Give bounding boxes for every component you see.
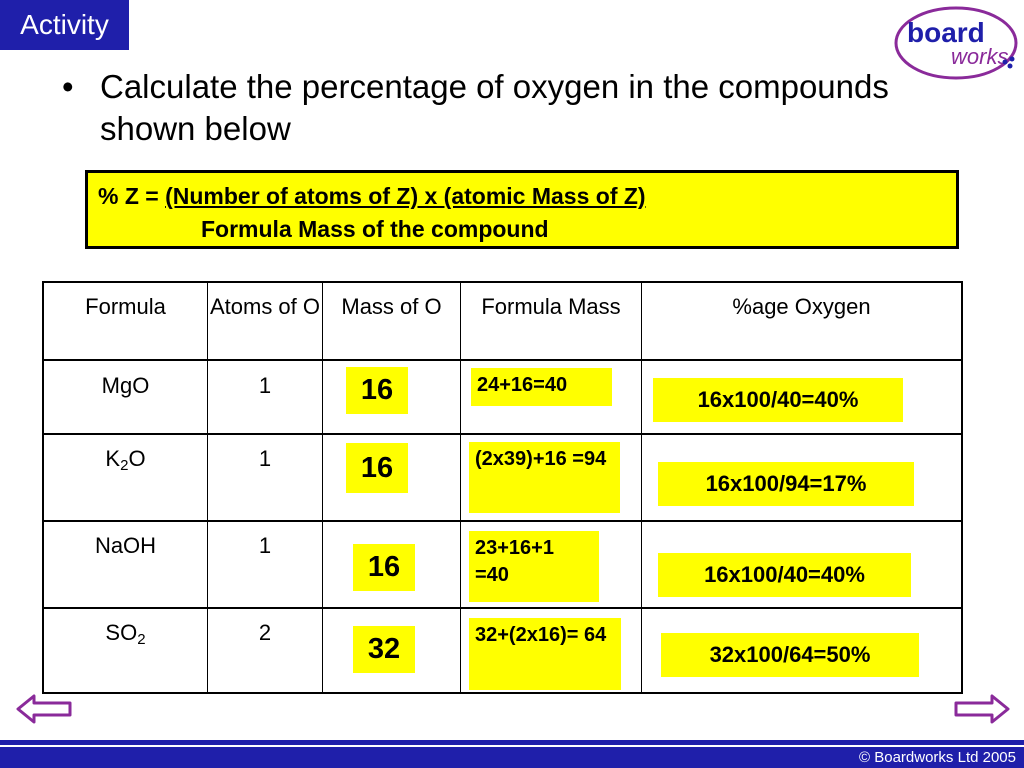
row-k2o-formula-mass: (2x39)+16 =94: [469, 442, 620, 513]
formula-denominator: Formula Mass of the compound: [201, 216, 549, 242]
formula-prefix: % Z =: [98, 183, 166, 209]
row-mgo-atoms: 1: [258, 373, 272, 398]
row-k2o-formula: K2O: [105, 446, 146, 474]
copyright-text: © Boardworks Ltd 2005: [859, 749, 1016, 766]
row-mgo-formula: MgO: [101, 373, 150, 398]
row-mgo-percent: 16x100/40=40%: [653, 378, 903, 422]
row-k2o-atoms: 1: [258, 446, 272, 471]
row-so2-formula-mass: 32+(2x16)= 64: [469, 618, 621, 690]
activity-tab: Activity: [0, 0, 129, 50]
activity-label: Activity: [20, 9, 109, 40]
header-formula: Formula: [85, 294, 166, 319]
formula-numerator: (Number of atoms of Z) x (atomic Mass of…: [165, 183, 646, 209]
row-mgo-mass: 16: [346, 367, 408, 414]
row-so2-percent: 32x100/64=50%: [661, 633, 919, 677]
header-atoms: Atoms of O: [209, 294, 321, 319]
row-k2o-mass: 16: [346, 443, 408, 493]
header-formula-mass: Formula Mass: [481, 294, 621, 319]
next-arrow-icon[interactable]: [954, 694, 1010, 724]
row-k2o-percent: 16x100/94=17%: [658, 462, 914, 506]
formula-numerator-line: % Z = (Number of atoms of Z) x (atomic M…: [98, 183, 646, 210]
row-naoh-atoms: 1: [258, 533, 272, 558]
row-so2-atoms: 2: [258, 620, 272, 645]
row-naoh-mass: 16: [353, 544, 415, 591]
row-naoh-formula: NaOH: [94, 533, 157, 558]
instruction-text: Calculate the percentage of oxygen in th…: [100, 68, 889, 147]
header-mass-o: Mass of O: [341, 294, 442, 319]
formula-box: % Z = (Number of atoms of Z) x (atomic M…: [85, 170, 959, 249]
row-so2-formula: SO2: [105, 620, 146, 648]
row-naoh-percent: 16x100/40=40%: [658, 553, 911, 597]
bullet-dot: •: [62, 68, 74, 105]
previous-arrow-icon[interactable]: [16, 694, 72, 724]
header-percent-oxygen: %age Oxygen: [732, 294, 871, 319]
boardworks-logo: board works: [894, 6, 1018, 80]
row-so2-mass: 32: [353, 626, 415, 673]
logo-word-works: works: [951, 44, 1008, 69]
row-naoh-formula-mass: 23+16+1 =40: [469, 531, 599, 602]
row-mgo-formula-mass: 24+16=40: [471, 368, 612, 406]
footer-bar: © Boardworks Ltd 2005: [0, 747, 1024, 768]
